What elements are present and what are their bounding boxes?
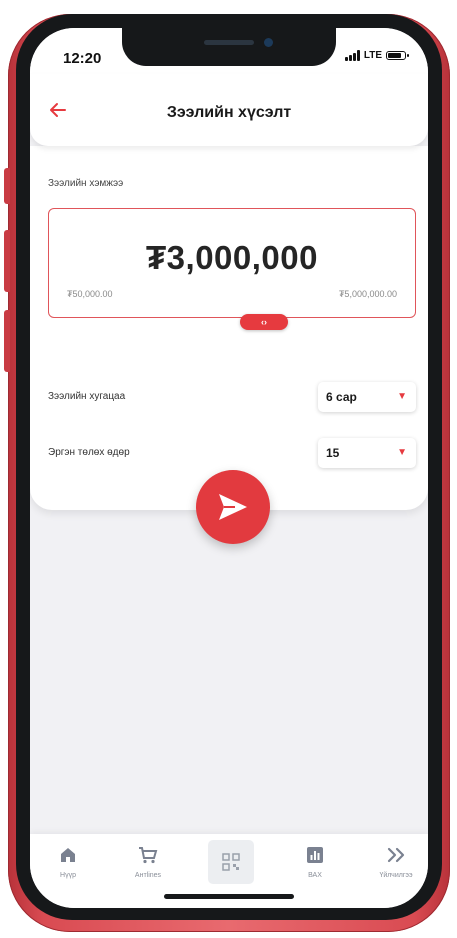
nav-item-shop[interactable]: Антlines: [118, 844, 178, 879]
amount-label: Зээлийн хэмжээ: [48, 178, 124, 189]
phone-screen: 12:20 LTE Зээлийн хүсэлт Зээлийн хэмжээ …: [30, 28, 428, 908]
notch: [122, 28, 336, 66]
network-type: LTE: [363, 50, 382, 61]
volume-up-button: [4, 230, 10, 292]
home-indicator: [164, 894, 294, 899]
chevrons-right-icon: [387, 847, 405, 863]
nav-label-services: Үйлчилгээ: [379, 872, 413, 879]
submit-button[interactable]: [196, 470, 270, 544]
nav-item-services[interactable]: Үйлчилгээ: [366, 844, 426, 879]
max-amount: ₮5,000,000.00: [338, 289, 397, 299]
pay-day-select[interactable]: 15 ▼: [318, 438, 416, 468]
qr-icon: [222, 853, 240, 871]
nav-label-home: Нүүр: [60, 872, 76, 879]
send-icon: [219, 494, 247, 520]
term-select[interactable]: 6 сар ▼: [318, 382, 416, 412]
home-icon: [61, 848, 75, 862]
app-header: Зээлийн хүсэлт: [30, 74, 428, 146]
cart-icon: [139, 847, 158, 864]
nav-item-home[interactable]: Нүүр: [38, 844, 98, 879]
term-label: Зээлийн хугацаа: [48, 391, 126, 402]
mute-switch: [4, 168, 10, 204]
min-amount: ₮50,000.00: [67, 289, 113, 299]
signal-icon: [344, 50, 360, 61]
nav-label-report: ВАХ: [308, 872, 322, 879]
status-time: 12:20: [63, 50, 102, 67]
page-title: Зээлийн хүсэлт: [166, 104, 292, 121]
chart-icon: [307, 847, 323, 863]
pay-day-label: Эргэн төлөх өдөр: [48, 447, 130, 458]
amount-slider-handle[interactable]: ‹›: [240, 314, 288, 330]
battery-icon: [386, 51, 409, 60]
front-camera: [264, 38, 273, 47]
speaker-grille: [204, 40, 254, 45]
amount-display: ₮3,000,000 ₮50,000.00 ₮5,000,000.00: [48, 208, 416, 318]
pay-day-value: 15: [326, 446, 340, 460]
loan-amount: ₮3,000,000: [146, 239, 318, 276]
volume-down-button: [4, 310, 10, 372]
status-indicators: LTE: [344, 50, 409, 61]
nav-item-qr[interactable]: [208, 840, 254, 884]
nav-label-shop: Антlines: [134, 872, 162, 879]
caret-down-icon: ▼: [397, 391, 407, 402]
nav-item-report[interactable]: ВАХ: [285, 844, 345, 879]
term-value: 6 сар: [326, 390, 357, 404]
loan-request-card: Зээлийн хэмжээ ₮3,000,000 ₮50,000.00 ₮5,…: [30, 146, 428, 510]
app-screen: 12:20 LTE Зээлийн хүсэлт Зээлийн хэмжээ …: [0, 0, 457, 938]
caret-down-icon: ▼: [397, 447, 407, 458]
